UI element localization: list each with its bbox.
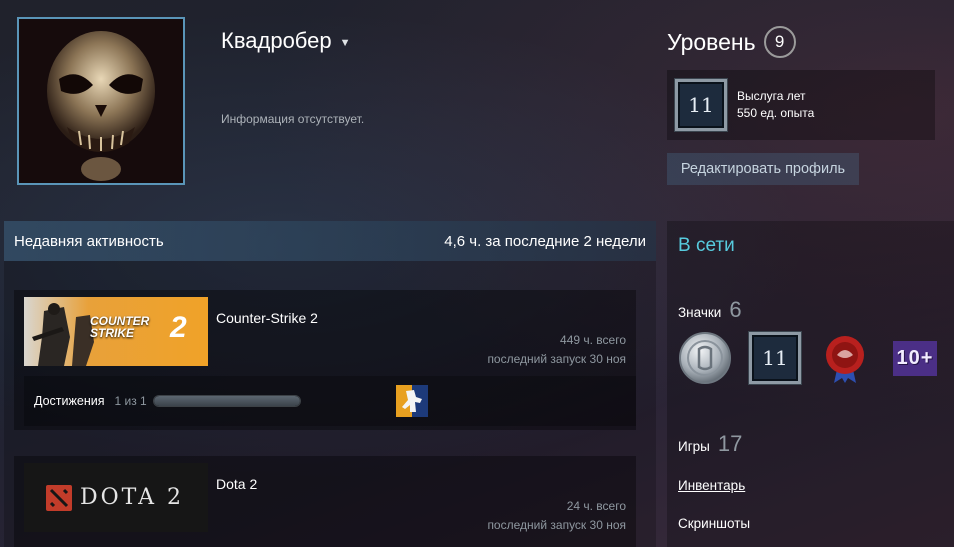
level-row: Уровень 9: [667, 26, 796, 58]
game-last-played: последний запуск 30 ноя: [487, 518, 626, 532]
recent-activity-hours: 4,6 ч. за последние 2 недели: [444, 232, 646, 250]
achievement-icon[interactable]: [396, 385, 428, 417]
achievements-count: 1 из 1: [114, 394, 147, 408]
profile-sidebar: В сети Значки 6 11 10+ Игры 17 Инвентарь…: [667, 221, 954, 547]
ten-plus-badge-text: 10+: [892, 340, 938, 376]
badges-label: Значки: [678, 305, 722, 320]
cs2-capsule-number: 2: [170, 311, 187, 344]
ten-plus-badge-icon[interactable]: 10+: [888, 331, 942, 385]
game-stats: 449 ч. всего последний запуск 30 ноя: [487, 331, 626, 369]
cs2-capsule[interactable]: COUNTER STRIKE 2: [24, 297, 208, 366]
achievements-bar: Достижения 1 из 1: [24, 376, 636, 426]
game-name[interactable]: Dota 2: [216, 476, 257, 492]
years-of-service-icon[interactable]: 11: [748, 331, 802, 385]
game-name[interactable]: Counter-Strike 2: [216, 310, 318, 326]
game-row-dota2: DOTA 2 Dota 2 24 ч. всего последний запу…: [14, 456, 636, 547]
favorite-badge-xp: 550 ед. опыта: [737, 106, 815, 120]
achievements-progress-fill: [153, 396, 300, 406]
coin-badge-icon[interactable]: [678, 331, 732, 385]
games-counter[interactable]: Игры 17: [678, 431, 742, 457]
recent-activity-header: Недавняя активность 4,6 ч. за последние …: [4, 221, 656, 261]
achievements-progress-bar: [152, 395, 301, 407]
badges-counter[interactable]: Значки 6: [678, 297, 742, 323]
games-count: 17: [717, 431, 743, 456]
game-stats: 24 ч. всего последний запуск 30 ноя: [487, 497, 626, 535]
recent-activity-panel: Недавняя активность 4,6 ч. за последние …: [4, 221, 656, 547]
badges-row: 11 10+: [678, 331, 942, 385]
level-badge[interactable]: 9: [763, 26, 796, 58]
achievements-label[interactable]: Достижения: [34, 394, 104, 408]
screenshots-link[interactable]: Скриншоты: [678, 516, 750, 531]
skull-avatar-image: [19, 19, 183, 183]
favorite-badge-title: Выслуга лет: [737, 89, 806, 103]
years-badge-text: 11: [749, 332, 801, 384]
dota2-capsule[interactable]: DOTA 2: [24, 463, 208, 532]
persona-name[interactable]: Квадробер ▼: [221, 28, 351, 54]
chevron-down-icon[interactable]: ▼: [340, 37, 351, 49]
badges-count: 6: [729, 297, 742, 322]
inventory-link[interactable]: Инвентарь: [678, 478, 745, 493]
dota2-capsule-text: DOTA 2: [80, 485, 185, 510]
recent-activity-title[interactable]: Недавняя активность: [14, 233, 164, 250]
game-hours-total: 24 ч. всего: [566, 499, 626, 513]
level-label: Уровень: [667, 28, 756, 55]
years-of-service-icon: 11: [675, 79, 727, 131]
wax-seal-badge-icon[interactable]: [818, 331, 872, 385]
cs2-capsule-line2: STRIKE: [90, 326, 135, 340]
online-status: В сети: [678, 235, 735, 256]
edit-profile-button[interactable]: Редактировать профиль: [667, 153, 859, 185]
avatar[interactable]: [17, 17, 185, 185]
games-label: Игры: [678, 439, 710, 454]
game-last-played: последний запуск 30 ноя: [487, 352, 626, 366]
game-row-cs2: COUNTER STRIKE 2 Counter-Strike 2 449 ч.…: [14, 290, 636, 430]
persona-name-text: Квадробер: [221, 28, 332, 53]
game-hours-total: 449 ч. всего: [560, 333, 626, 347]
profile-summary: Информация отсутствует.: [221, 112, 365, 126]
favorite-badge[interactable]: 11 Выслуга лет 550 ед. опыта: [667, 70, 935, 140]
